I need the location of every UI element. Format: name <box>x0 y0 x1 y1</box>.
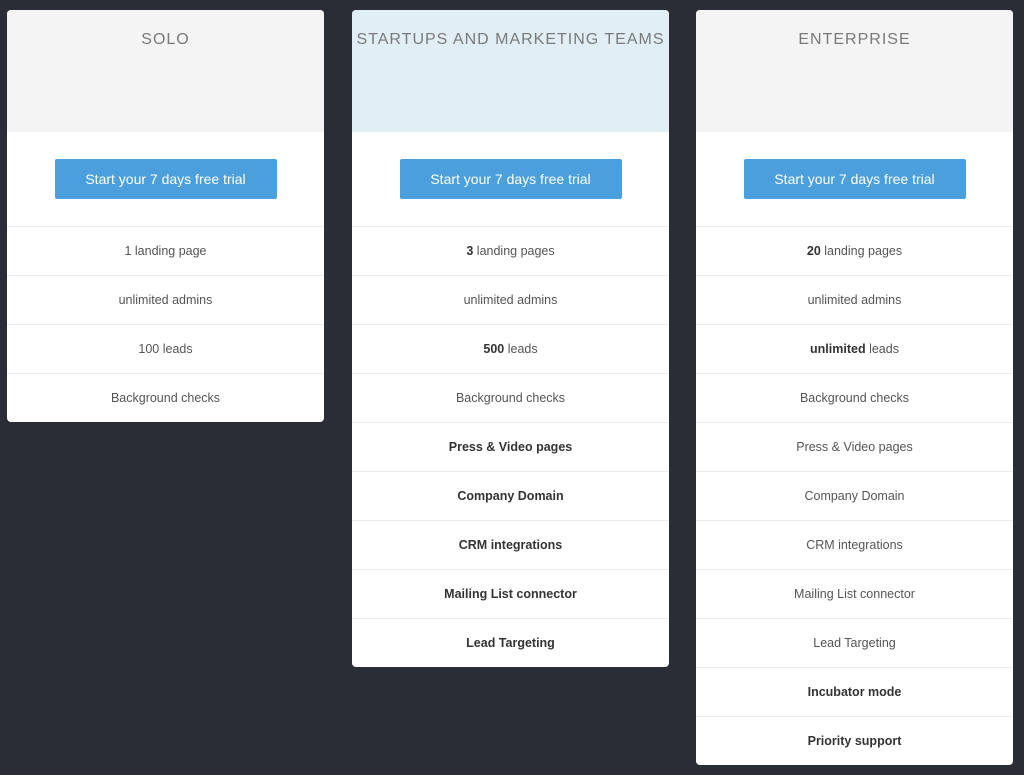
feature-list: 3 landing pages unlimited admins 500 leads… <box>352 227 669 667</box>
feature-label: CRM integrations <box>806 538 903 552</box>
feature-item: unlimited admins <box>352 276 669 325</box>
feature-label: CRM integrations <box>458 538 563 552</box>
plan-name: ENTERPRISE <box>798 31 911 48</box>
feature-label: leads <box>865 342 899 356</box>
feature-item: CRM integrations <box>352 521 669 570</box>
feature-label: Incubator mode <box>807 685 902 699</box>
feature-label: 1 landing page <box>124 244 207 258</box>
feature-label: unlimited admins <box>463 293 558 307</box>
feature-quantity: unlimited <box>810 342 866 356</box>
feature-label: Background checks <box>799 391 910 405</box>
pricing-card-solo: SOLO Start your 7 days free trial 1 land… <box>7 10 324 422</box>
cta-area: Start your 7 days free trial <box>696 132 1013 227</box>
feature-item: CRM integrations <box>696 521 1013 570</box>
feature-label: Background checks <box>455 391 566 405</box>
feature-item: Company Domain <box>352 472 669 521</box>
cta-area: Start your 7 days free trial <box>7 132 324 227</box>
pricing-card-startups: STARTUPS AND MARKETING TEAMS Start your … <box>352 10 669 667</box>
plan-name: STARTUPS AND MARKETING TEAMS <box>356 31 665 48</box>
feature-item: Mailing List connector <box>352 570 669 619</box>
feature-quantity: 500 <box>483 342 505 356</box>
feature-item: Press & Video pages <box>352 423 669 472</box>
feature-label: Company Domain <box>804 489 905 503</box>
feature-label: 100 leads <box>138 342 193 356</box>
feature-label: unlimited admins <box>118 293 213 307</box>
start-trial-button-startups[interactable]: Start your 7 days free trial <box>399 159 622 199</box>
feature-item: Company Domain <box>696 472 1013 521</box>
start-trial-button-enterprise[interactable]: Start your 7 days free trial <box>743 159 966 199</box>
card-header: SOLO <box>7 10 324 132</box>
card-header: STARTUPS AND MARKETING TEAMS <box>352 10 669 132</box>
feature-item: Background checks <box>696 374 1013 423</box>
feature-item: Background checks <box>7 374 324 422</box>
feature-label: Company Domain <box>457 489 564 503</box>
feature-label: Press & Video pages <box>448 440 573 454</box>
feature-label: landing pages <box>820 244 903 258</box>
cta-area: Start your 7 days free trial <box>352 132 669 227</box>
feature-item: Lead Targeting <box>352 619 669 667</box>
feature-label: leads <box>504 342 538 356</box>
feature-item: Mailing List connector <box>696 570 1013 619</box>
feature-item: Background checks <box>352 374 669 423</box>
feature-item: 3 landing pages <box>352 227 669 276</box>
feature-item: 1 landing page <box>7 227 324 276</box>
feature-item: unlimited leads <box>696 325 1013 374</box>
feature-item: 500 leads <box>352 325 669 374</box>
feature-item: Incubator mode <box>696 668 1013 717</box>
feature-item: unlimited admins <box>7 276 324 325</box>
feature-label: Mailing List connector <box>794 587 915 601</box>
feature-label: Mailing List connector <box>444 587 577 601</box>
feature-item: 20 landing pages <box>696 227 1013 276</box>
feature-label: Press & Video pages <box>796 440 913 454</box>
feature-label: landing pages <box>473 244 555 258</box>
feature-quantity: 20 <box>806 244 821 258</box>
start-trial-button-solo[interactable]: Start your 7 days free trial <box>54 159 277 199</box>
feature-item: 100 leads <box>7 325 324 374</box>
feature-list: 1 landing page unlimited admins 100 leads B… <box>7 227 324 422</box>
feature-item: Lead Targeting <box>696 619 1013 668</box>
feature-label: Lead Targeting <box>813 636 896 650</box>
feature-item: unlimited admins <box>696 276 1013 325</box>
feature-list: 20 landing pages unlimited admins unlimite… <box>696 227 1013 765</box>
feature-label: unlimited admins <box>807 293 902 307</box>
feature-item: Priority support <box>696 717 1013 765</box>
plan-name: SOLO <box>141 31 190 48</box>
feature-label: Background checks <box>110 391 221 405</box>
pricing-card-enterprise: ENTERPRISE Start your 7 days free trial … <box>696 10 1013 765</box>
feature-label: Lead Targeting <box>466 636 555 650</box>
card-header: ENTERPRISE <box>696 10 1013 132</box>
feature-label: Priority support <box>807 734 902 748</box>
feature-item: Press & Video pages <box>696 423 1013 472</box>
